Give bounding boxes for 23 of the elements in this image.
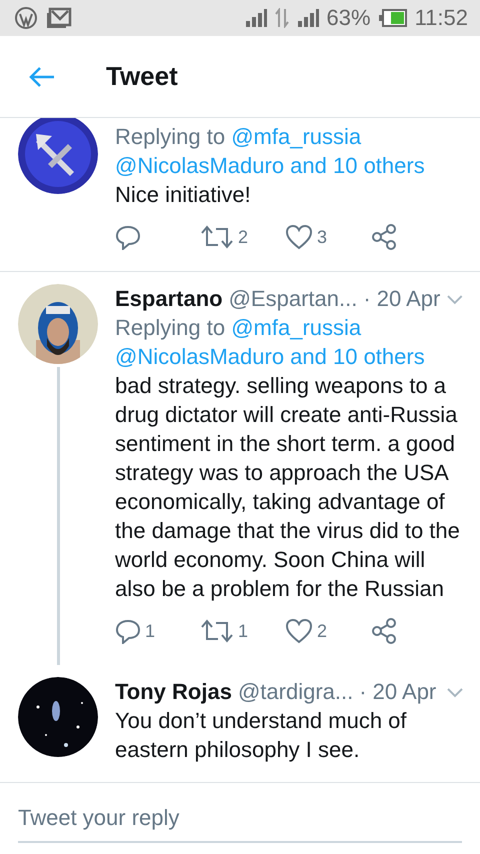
author-handle: @Espartan... <box>228 285 358 313</box>
like-button[interactable]: 2 <box>285 618 370 644</box>
author-handle: @tardigra... <box>238 678 354 706</box>
like-button[interactable]: 3 <box>285 224 370 250</box>
page-title: Tweet <box>106 61 178 92</box>
author-name: Tony Rojas <box>115 678 232 706</box>
replying-label: Replying to <box>115 315 226 340</box>
mention-link[interactable]: @NicolasMaduro and 10 others <box>115 344 425 369</box>
reply-button[interactable]: 1 <box>115 618 200 644</box>
author-name: Espartano <box>115 285 223 313</box>
tweet-date: · 20 Apr <box>363 285 440 313</box>
tweet-text: Nice initiative! <box>115 181 252 209</box>
mention-link[interactable]: @mfa_russia <box>231 124 362 149</box>
retweet-button[interactable]: 2 <box>200 224 285 250</box>
retweet-button[interactable]: 1 <box>200 618 285 644</box>
tweet-text: bad strategy. selling weapons to a drug dictator will create anti-Russia sentiment in the short term. a good strategy was to approach the USA economically, taking advantage of the damage that the virus did to the world economy. Soon China will also be a problem for the Russian <box>115 372 461 603</box>
tweet-date: · 20 Apr <box>359 678 436 706</box>
replying-label: Replying to <box>115 124 226 149</box>
clock-time: 11:52 <box>414 5 468 31</box>
mention-link[interactable]: @NicolasMaduro and 10 others <box>115 153 425 178</box>
tweet-text: You don’t understand much of eastern philosophy I see. <box>115 707 408 764</box>
battery-percent: 63% <box>326 5 371 31</box>
mention-link[interactable]: @mfa_russia <box>231 315 362 340</box>
